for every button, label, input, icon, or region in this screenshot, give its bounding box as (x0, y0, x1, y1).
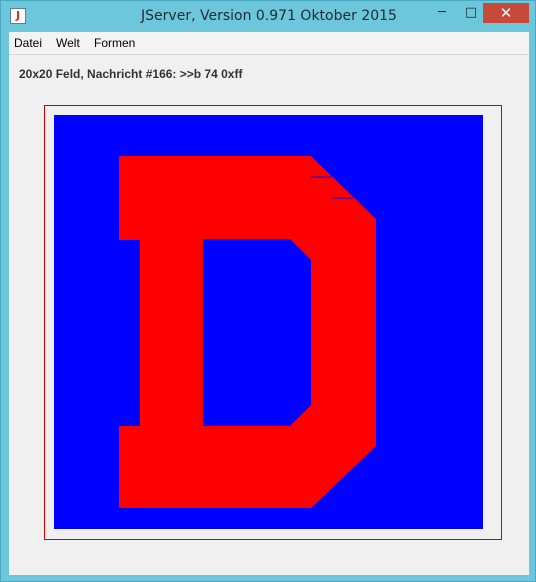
menu-bar: Datei Welt Formen (9, 32, 529, 55)
board-frame (44, 105, 502, 540)
menu-formen[interactable]: Formen (94, 36, 135, 50)
menu-datei[interactable]: Datei (14, 36, 42, 50)
close-button[interactable]: ✕ (483, 3, 529, 23)
title-bar[interactable]: J JServer, Version 0.971 Oktober 2015 ─ … (1, 1, 536, 32)
maximize-button[interactable]: □ (458, 3, 484, 23)
status-message: 20x20 Feld, Nachricht #166: >>b 74 0xff (19, 67, 243, 81)
minimize-button[interactable]: ─ (429, 3, 455, 23)
board-canvas[interactable] (54, 115, 483, 529)
app-window: J JServer, Version 0.971 Oktober 2015 ─ … (0, 0, 536, 582)
board-drawing (54, 115, 483, 529)
window-title: JServer, Version 0.971 Oktober 2015 (141, 8, 397, 24)
menu-welt[interactable]: Welt (56, 36, 80, 50)
window-content: Datei Welt Formen 20x20 Feld, Nachricht … (9, 32, 529, 575)
